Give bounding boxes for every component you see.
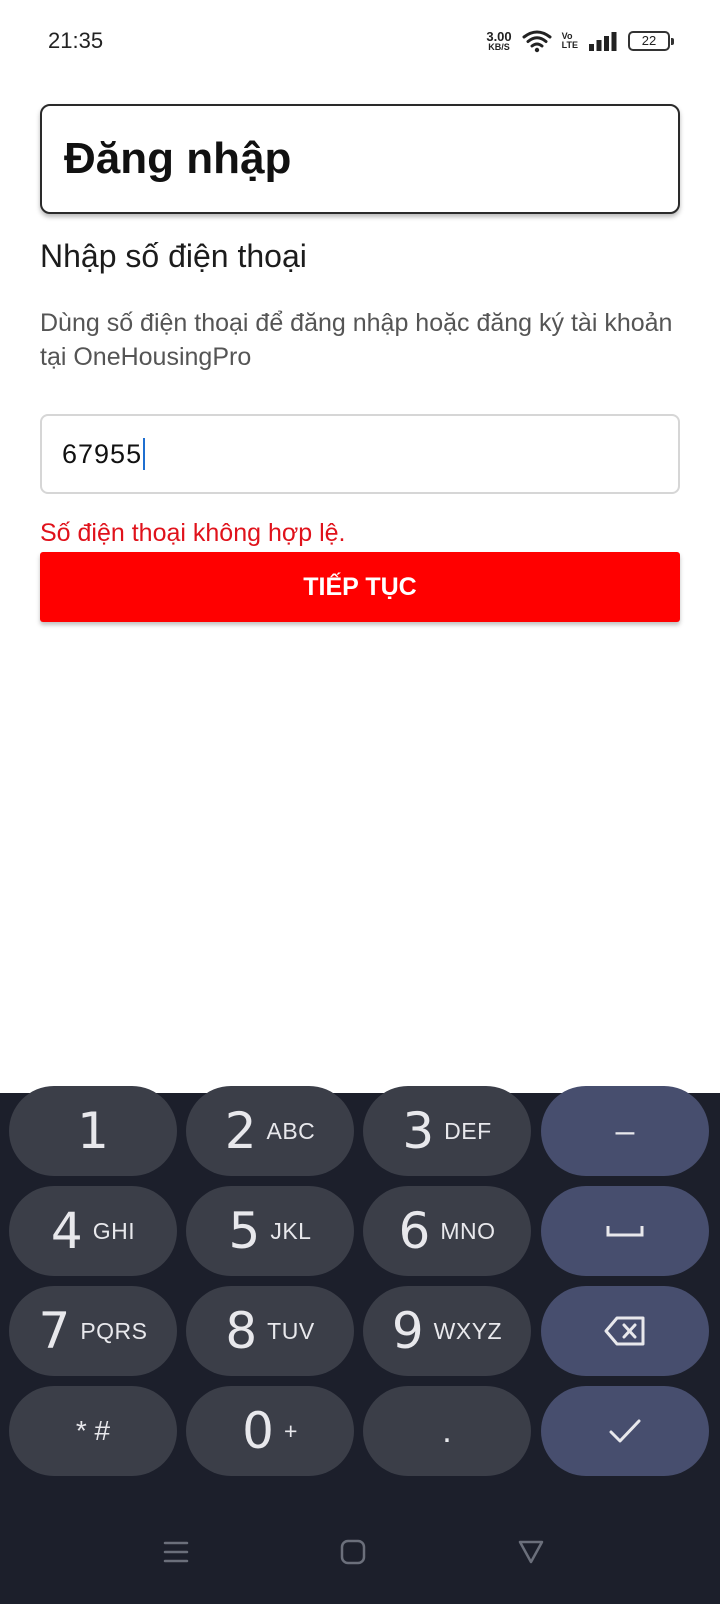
volte-icon: Vo LTE (562, 32, 578, 50)
key-0-plus: + (283, 1417, 298, 1444)
key-1[interactable]: 1 (9, 1086, 177, 1176)
key-9-digit: 9 (391, 1302, 424, 1360)
key-6-digit: 6 (398, 1202, 431, 1260)
text-caret (143, 438, 146, 470)
network-speed: 3.00 KB/S (486, 30, 511, 52)
key-7[interactable]: 7 PQRS (9, 1286, 177, 1376)
backspace-icon (604, 1316, 645, 1346)
title-card: Đăng nhập (40, 104, 680, 214)
network-speed-unit: KB/S (488, 42, 510, 52)
space-icon (606, 1226, 644, 1237)
status-bar: 21:35 3.00 KB/S Vo LTE 22 (0, 0, 720, 84)
key-4-letters: GHI (92, 1217, 136, 1244)
status-time: 21:35 (48, 28, 104, 53)
wifi-icon (522, 30, 552, 53)
home-icon[interactable] (339, 1538, 367, 1566)
minus-symbol: – (615, 1111, 635, 1150)
minus-key[interactable]: – (541, 1086, 709, 1176)
form-description: Dùng số điện thoại để đăng nhập hoặc đăn… (40, 309, 673, 371)
menu-icon[interactable] (162, 1538, 190, 1566)
key-9-letters: WXYZ (433, 1317, 503, 1344)
key-2-letters: ABC (266, 1117, 316, 1144)
error-message: Số điện thoại không hợp lệ. (40, 519, 346, 547)
key-8[interactable]: 8 TUV (186, 1286, 354, 1376)
key-1-digit: 1 (77, 1102, 109, 1160)
star-hash-symbols: * # (75, 1415, 111, 1446)
key-3-letters: DEF (444, 1117, 492, 1144)
key-8-letters: TUV (267, 1317, 315, 1344)
key-5[interactable]: 5 JKL (186, 1186, 354, 1276)
phone-input[interactable]: 67955 (40, 414, 680, 494)
key-7-letters: PQRS (80, 1317, 148, 1344)
battery-icon: 22 (628, 31, 674, 51)
continue-button[interactable]: TIẾP TỤC (40, 552, 680, 622)
page-title: Đăng nhập (64, 134, 292, 183)
volte-bottom: LTE (561, 40, 578, 50)
key-2[interactable]: 2 ABC (186, 1086, 354, 1176)
dot-key[interactable]: . (363, 1386, 531, 1476)
key-6[interactable]: 6 MNO (363, 1186, 531, 1276)
key-0[interactable]: 0 + (186, 1386, 354, 1476)
status-icons: 3.00 KB/S Vo LTE 22 (486, 26, 674, 56)
key-2-digit: 2 (224, 1102, 257, 1160)
key-6-letters: MNO (440, 1217, 496, 1244)
form-subtitle: Nhập số điện thoại (40, 238, 307, 274)
key-3[interactable]: 3 DEF (363, 1086, 531, 1176)
key-4-digit: 4 (50, 1202, 83, 1260)
key-5-digit: 5 (228, 1202, 261, 1260)
space-key[interactable] (541, 1186, 709, 1276)
dot-symbol: . (442, 1411, 452, 1450)
key-7-digit: 7 (38, 1302, 71, 1360)
phone-input-value: 67955 (62, 438, 143, 469)
key-4[interactable]: 4 GHI (9, 1186, 177, 1276)
backspace-key[interactable] (541, 1286, 709, 1376)
star-hash-key[interactable]: * # (9, 1386, 177, 1476)
back-icon[interactable] (517, 1538, 545, 1566)
key-3-digit: 3 (402, 1102, 435, 1160)
key-8-digit: 8 (225, 1302, 258, 1360)
key-5-letters: JKL (270, 1217, 312, 1244)
system-nav-bar (0, 1510, 720, 1604)
key-9[interactable]: 9 WXYZ (363, 1286, 531, 1376)
signal-icon (589, 32, 617, 51)
done-key[interactable] (541, 1386, 709, 1476)
key-0-digit: 0 (242, 1402, 274, 1460)
checkmark-icon (609, 1419, 641, 1443)
